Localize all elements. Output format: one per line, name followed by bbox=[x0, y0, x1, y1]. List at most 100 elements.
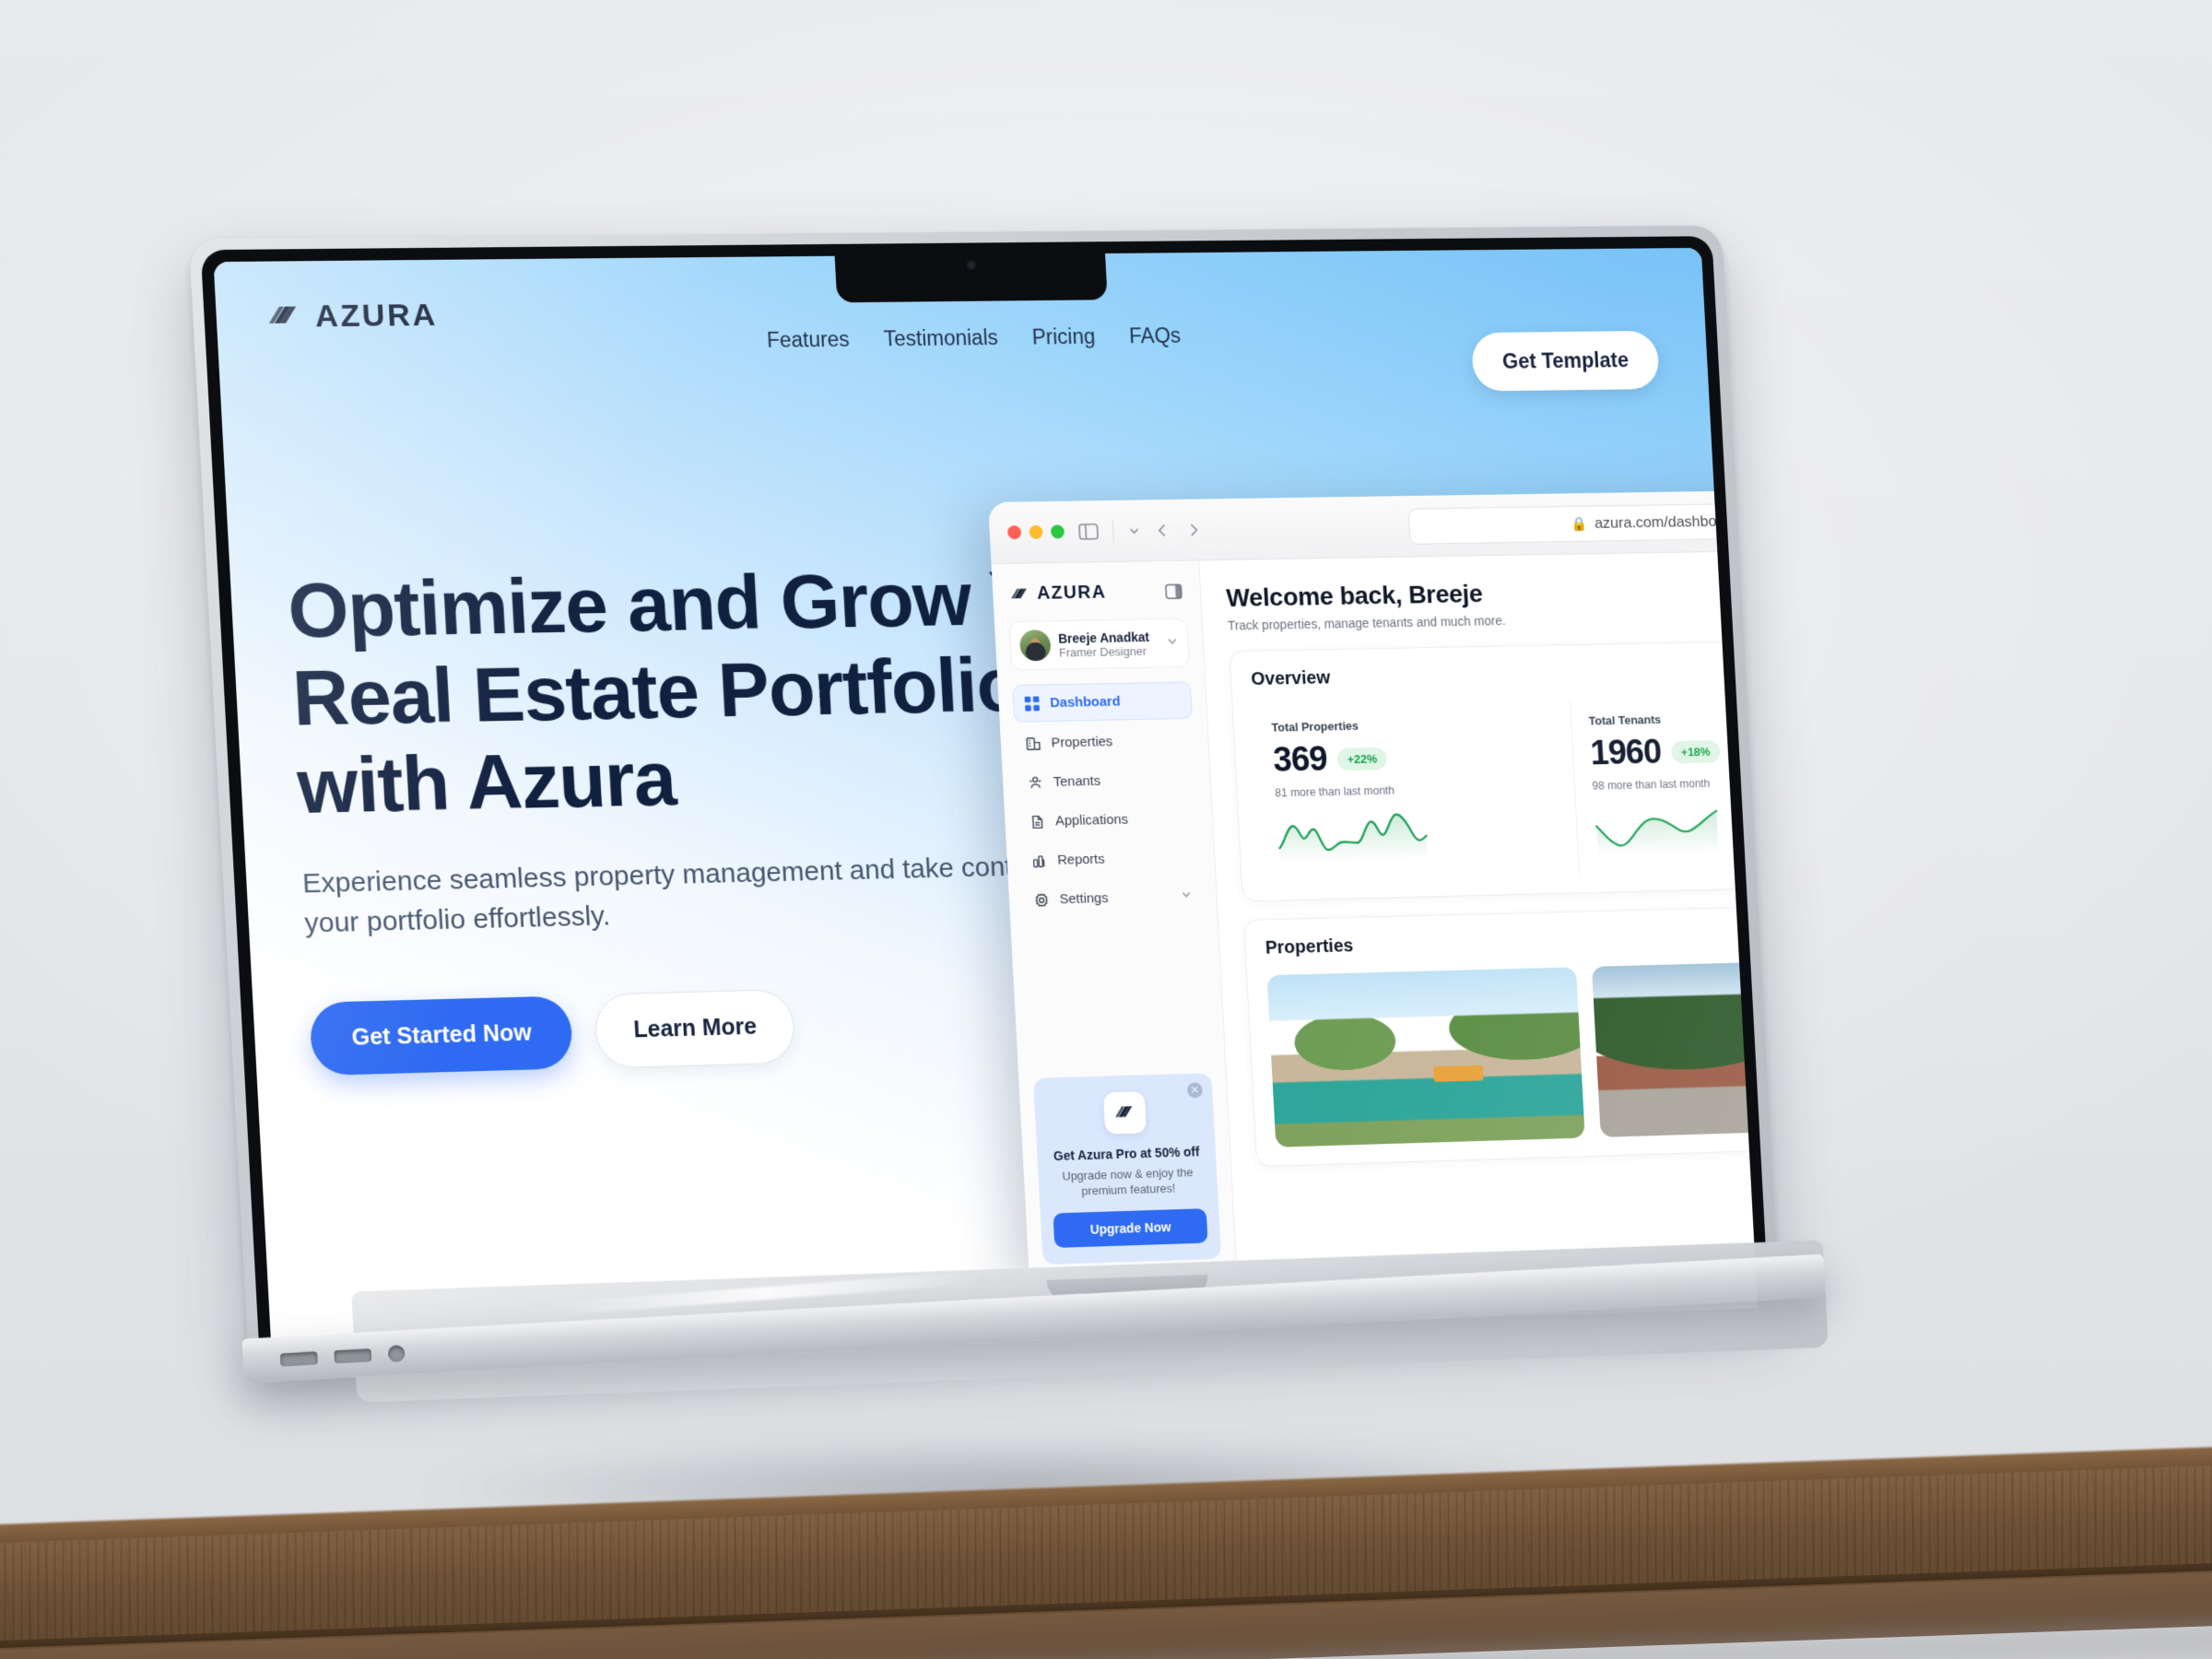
get-started-now-button[interactable]: Get Started Now bbox=[309, 995, 574, 1076]
stat-subtext: 98 more than last month bbox=[1592, 777, 1711, 793]
chevron-left-icon[interactable] bbox=[1154, 522, 1171, 538]
laptop-lid: AZURA Features Testimonials Pricing FAQs… bbox=[188, 225, 1780, 1361]
stat-value: 1960 bbox=[1589, 733, 1663, 773]
nav-link-faqs[interactable]: FAQs bbox=[1129, 324, 1182, 348]
status-badge: +18% bbox=[1670, 739, 1721, 763]
stat-label: Total Tenants bbox=[1588, 712, 1662, 728]
sidebar-brand-name: AZURA bbox=[1036, 582, 1107, 604]
grid-icon bbox=[1024, 696, 1041, 712]
status-badge: +22% bbox=[1336, 747, 1388, 771]
sidebar-header: AZURA bbox=[1006, 581, 1187, 621]
promo-subtitle: Upgrade now & enjoy the premium features… bbox=[1062, 1165, 1194, 1199]
sidebar-item-label: Applications bbox=[1054, 811, 1129, 830]
sparkline-chart-tenants bbox=[1594, 801, 1758, 855]
sidebar-item-label: Settings bbox=[1059, 890, 1109, 908]
promo-logo bbox=[1102, 1090, 1147, 1135]
hero-subheading: Experience seamless property management … bbox=[301, 850, 1074, 939]
azura-logo-icon bbox=[1010, 588, 1028, 598]
close-icon[interactable]: ✕ bbox=[1186, 1082, 1204, 1099]
laptop-mockup: AZURA Features Testimonials Pricing FAQs… bbox=[188, 225, 1829, 1481]
dashboard-app: AZURA Breeje Anadkat Framer Designer Das… bbox=[991, 548, 1759, 1286]
building-icon bbox=[1025, 735, 1041, 750]
promo-card: ✕ Get Azura Pro at 50% off Upgrade now &… bbox=[1032, 1073, 1222, 1265]
upgrade-now-button[interactable]: Upgrade Now bbox=[1053, 1208, 1208, 1248]
avatar bbox=[1018, 629, 1052, 662]
sidebar-item-label: Reports bbox=[1056, 851, 1105, 868]
promo-title: Get Azura Pro at 50% off bbox=[1053, 1144, 1200, 1163]
chevron-right-icon[interactable] bbox=[1184, 522, 1201, 538]
document-icon bbox=[1029, 814, 1045, 829]
user-card[interactable]: Breeje Anadkat Framer Designer bbox=[1008, 618, 1190, 671]
user-role: Framer Designer bbox=[1058, 643, 1147, 660]
chrome-divider bbox=[1112, 520, 1114, 542]
chevron-down-icon[interactable] bbox=[1166, 634, 1180, 652]
webcam-icon bbox=[965, 260, 977, 271]
stat-subtext: 81 more than last month bbox=[1274, 783, 1395, 800]
welcome-title: Welcome back, Breeje bbox=[1225, 579, 1484, 612]
laptop-screen: AZURA Features Testimonials Pricing FAQs… bbox=[213, 247, 1759, 1360]
azura-logo-icon bbox=[267, 306, 298, 324]
properties-title: Properties bbox=[1265, 935, 1354, 959]
user-name: Breeje Anadkat bbox=[1057, 629, 1150, 646]
sidebar-item-dashboard[interactable]: Dashboard bbox=[1012, 681, 1193, 723]
sidebar-item-reports[interactable]: Reports bbox=[1020, 840, 1201, 879]
stat-value-row: 1960 +18% bbox=[1589, 731, 1758, 773]
minimize-window-icon[interactable] bbox=[1029, 524, 1043, 539]
sidebar-item-label: Tenants bbox=[1053, 773, 1101, 790]
url-text: azura.com/dashboard bbox=[1594, 512, 1739, 532]
screen-bezel: AZURA Features Testimonials Pricing FAQs… bbox=[200, 236, 1770, 1361]
nav-link-features[interactable]: Features bbox=[766, 327, 850, 353]
sidebar-collapse-icon[interactable] bbox=[1165, 583, 1182, 599]
stats-row: Total Properties 369 +22% 81 more than l… bbox=[1253, 693, 1759, 882]
sidebar-item-settings[interactable]: Settings bbox=[1023, 878, 1204, 918]
get-template-button[interactable]: Get Template bbox=[1470, 330, 1660, 392]
url-bar[interactable]: 🔒 azura.com/dashboard bbox=[1407, 500, 1759, 545]
nav-link-testimonials[interactable]: Testimonials bbox=[883, 325, 998, 351]
site-nav: Features Testimonials Pricing FAQs bbox=[766, 324, 1181, 353]
users-icon bbox=[1027, 775, 1043, 790]
display-notch bbox=[833, 241, 1108, 303]
stat-total-tenants: Total Tenants 1960 +18% 98 more than las… bbox=[1569, 693, 1759, 875]
port-usbc-2 bbox=[334, 1348, 372, 1364]
sidebar-nav: Dashboard Properties Tenants Application… bbox=[1012, 681, 1203, 918]
sidebar-item-applications[interactable]: Applications bbox=[1018, 800, 1199, 840]
landing-page: AZURA Features Testimonials Pricing FAQs… bbox=[213, 247, 1759, 1360]
hero-heading-line-2: Real Estate Portfolio bbox=[290, 641, 1024, 742]
port-usbc bbox=[279, 1351, 318, 1367]
panel-toggle-icon[interactable] bbox=[1078, 523, 1099, 539]
laptop-ports bbox=[279, 1345, 406, 1368]
learn-more-button[interactable]: Learn More bbox=[594, 988, 796, 1069]
stat-total-properties: Total Properties 369 +22% 81 more than l… bbox=[1253, 700, 1579, 882]
lock-icon: 🔒 bbox=[1571, 515, 1588, 532]
hero-heading-line-3: with Azura bbox=[295, 735, 678, 830]
property-photo-pool-house[interactable] bbox=[1266, 967, 1585, 1147]
sidebar-item-label: Dashboard bbox=[1049, 693, 1121, 712]
zoom-window-icon[interactable] bbox=[1050, 524, 1065, 539]
stat-value-row: 369 +22% bbox=[1272, 737, 1555, 780]
port-headphone bbox=[387, 1345, 406, 1363]
properties-grid bbox=[1266, 959, 1759, 1147]
stat-value: 369 bbox=[1272, 740, 1328, 780]
gear-icon bbox=[1033, 892, 1050, 907]
chevron-down-icon[interactable] bbox=[1180, 888, 1192, 904]
close-window-icon[interactable] bbox=[1006, 525, 1022, 540]
dashboard-main: Welcome back, Breeje Track properties, m… bbox=[1199, 548, 1759, 1277]
overview-card: Overview Total Properties 369 +22% 81 mo… bbox=[1229, 638, 1759, 902]
sparkline-chart-properties bbox=[1276, 808, 1455, 863]
properties-card: Properties bbox=[1243, 902, 1759, 1168]
sidebar-item-tenants[interactable]: Tenants bbox=[1017, 761, 1197, 801]
bar-chart-icon bbox=[1031, 853, 1048, 868]
traffic-lights[interactable] bbox=[1006, 524, 1065, 540]
browser-window: 🔒 azura.com/dashboard AZURA Breeje Anadk… bbox=[987, 488, 1759, 1286]
sidebar-item-properties[interactable]: Properties bbox=[1015, 723, 1195, 761]
nav-link-pricing[interactable]: Pricing bbox=[1031, 324, 1096, 349]
property-photo-garden-house[interactable] bbox=[1592, 959, 1759, 1137]
user-meta: Breeje Anadkat Framer Designer bbox=[1057, 629, 1159, 660]
dashboard-sidebar: AZURA Breeje Anadkat Framer Designer Das… bbox=[991, 560, 1238, 1286]
overview-title: Overview bbox=[1250, 667, 1331, 689]
site-brand[interactable]: AZURA bbox=[267, 297, 439, 335]
sidebar-brand[interactable]: AZURA bbox=[1010, 582, 1107, 605]
azura-logo-icon bbox=[1113, 1106, 1133, 1118]
site-brand-name: AZURA bbox=[313, 297, 439, 334]
chevron-down-icon[interactable] bbox=[1127, 524, 1140, 537]
